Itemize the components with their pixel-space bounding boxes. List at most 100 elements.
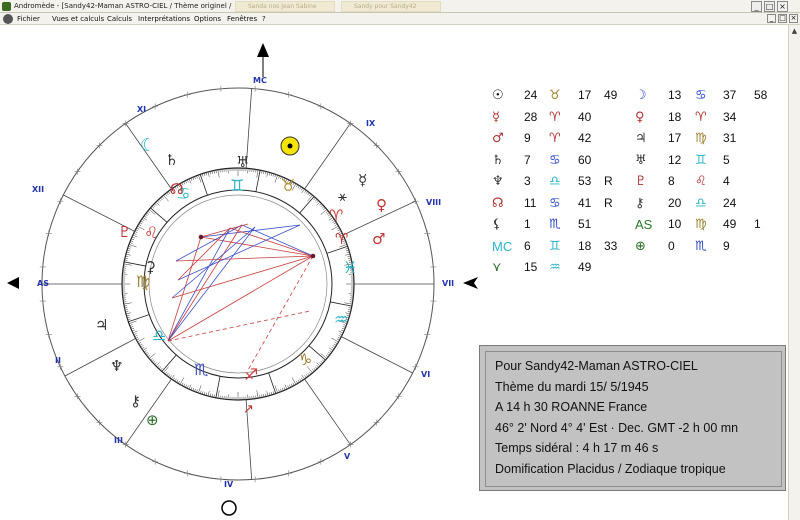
- info-coordinates: 46° 2' Nord 4° 4' Est · Dec. GMT -2 h 00…: [495, 420, 739, 435]
- document-icon[interactable]: [3, 14, 13, 24]
- menu-calculs[interactable]: Calculs: [107, 13, 132, 25]
- menu-vues-et-calculs[interactable]: Vues et calculs: [52, 13, 104, 25]
- menu-fenetres[interactable]: Fenêtres: [227, 13, 257, 25]
- degree-tick: [136, 227, 140, 230]
- degree-tick: [140, 220, 144, 223]
- leo-icon: ♌: [144, 223, 158, 242]
- degree-tick: [138, 224, 142, 227]
- planet-sign-icon: ♒: [549, 260, 561, 275]
- degree-tick: [137, 337, 145, 343]
- degree-tick: [136, 338, 140, 341]
- earth-icon: ⊕: [146, 411, 159, 429]
- planet-sign-icon: ♉: [549, 88, 561, 103]
- ring-marker: [252, 85, 259, 92]
- ring-marker: [285, 470, 292, 477]
- degree-tick: [256, 169, 259, 178]
- degree-tick: [295, 380, 298, 384]
- degree-tick: [185, 180, 187, 184]
- degree-tick: [146, 353, 150, 356]
- degree-ticks: [122, 168, 354, 400]
- degree-tick: [289, 384, 291, 388]
- degree-tick: [308, 193, 312, 197]
- menu-help[interactable]: ?: [262, 13, 266, 25]
- degree-tick: [150, 357, 153, 361]
- menu-fichier[interactable]: Fichier: [17, 13, 40, 25]
- minimize-button[interactable]: _: [751, 1, 762, 12]
- planet-minute: 51: [578, 217, 592, 231]
- menu-interpretations[interactable]: Interprétations: [138, 13, 190, 25]
- close-button[interactable]: ×: [777, 1, 788, 12]
- background-tab[interactable]: Sanda nos Jean Sabine: [235, 1, 335, 12]
- degree-tick: [334, 341, 338, 344]
- planet-degree: 20: [668, 195, 682, 210]
- planet-minute: 17: [578, 88, 592, 102]
- degree-tick: [266, 171, 269, 177]
- degree-tick: [326, 353, 330, 356]
- degree-tick: [139, 222, 143, 225]
- degree-tick: [142, 217, 148, 221]
- planet-minute: 60: [578, 152, 592, 167]
- degree-tick: [338, 330, 344, 334]
- planet-degree: 10: [668, 217, 682, 231]
- degree-tick: [167, 374, 171, 377]
- house-label-xii: XII: [32, 185, 44, 194]
- degree-tick: [154, 203, 157, 206]
- planet-minute: 53: [578, 174, 592, 188]
- degree-tick: [176, 379, 179, 383]
- degree-tick: [186, 179, 189, 183]
- planet-minute: 41: [578, 195, 592, 210]
- mdi-minimize-button[interactable]: _: [767, 14, 776, 23]
- degree-tick: [188, 384, 192, 390]
- mdi-close-button[interactable]: ×: [789, 14, 798, 23]
- planet-glyph-icon: ♀: [635, 109, 645, 125]
- planet-row: ⋎ 15 ♒ 49: [492, 260, 782, 282]
- degree-tick: [147, 354, 151, 358]
- degree-tick: [188, 178, 192, 184]
- degree-tick: [152, 360, 156, 364]
- degree-tick: [320, 360, 324, 364]
- jupiter-icon: ♃: [95, 316, 108, 334]
- degree-tick: [319, 203, 322, 206]
- degree-tick: [158, 198, 162, 202]
- mdi-controls: _ □ ×: [767, 14, 798, 23]
- planet-row: ☉ 24 ♉ 17 49 ☽ 13 ♋ 37 58: [492, 88, 782, 110]
- node-icon: ☊: [170, 180, 183, 198]
- maximize-button[interactable]: □: [764, 1, 775, 12]
- degree-tick: [314, 198, 318, 202]
- planet-degree: 15: [524, 260, 538, 274]
- degree-tick: [337, 336, 341, 339]
- degree-tick: [323, 207, 326, 211]
- house-cusp-line: [64, 338, 136, 377]
- degree-tick: [328, 351, 331, 355]
- background-tab[interactable]: Sandy pour Sandy42: [341, 1, 441, 12]
- house-label-ix: IX: [366, 119, 376, 128]
- vertical-scrollbar[interactable]: ▲: [788, 25, 800, 520]
- planet-degree: 18: [668, 109, 682, 124]
- degree-tick: [151, 206, 155, 209]
- degree-tick: [295, 184, 298, 188]
- degree-tick: [320, 353, 328, 359]
- degree-tick: [300, 377, 304, 381]
- planet-sign-icon: ♍: [695, 217, 707, 232]
- degree-tick: [207, 391, 210, 397]
- degree-tick: [316, 200, 319, 203]
- degree-tick: [181, 382, 184, 386]
- planet-extra: R: [604, 195, 613, 210]
- degree-tick: [217, 169, 220, 178]
- chart-info-inner: Pour Sandy42-Maman ASTRO-CIEL Thème du m…: [485, 351, 782, 487]
- planet-extra: 33: [604, 238, 618, 253]
- planet-minute: 24: [723, 195, 737, 210]
- degree-tick: [158, 366, 162, 370]
- scroll-up-icon[interactable]: ▲: [790, 27, 799, 36]
- degree-tick: [147, 210, 151, 214]
- mdi-restore-button[interactable]: □: [778, 14, 787, 23]
- planet-glyph-icon: ♆: [492, 174, 504, 189]
- ring-marker: [184, 470, 191, 477]
- menu-options[interactable]: Options: [194, 13, 221, 25]
- planet-extra: 1: [754, 217, 761, 231]
- title-bar: Andromède - [Sandy42-Maman ASTRO-CIEL / …: [0, 0, 800, 13]
- degree-tick: [164, 371, 168, 375]
- planet-sign-icon: ♊: [695, 152, 707, 168]
- planet-degree: 7: [524, 152, 531, 167]
- planet-minute: 37: [723, 88, 737, 102]
